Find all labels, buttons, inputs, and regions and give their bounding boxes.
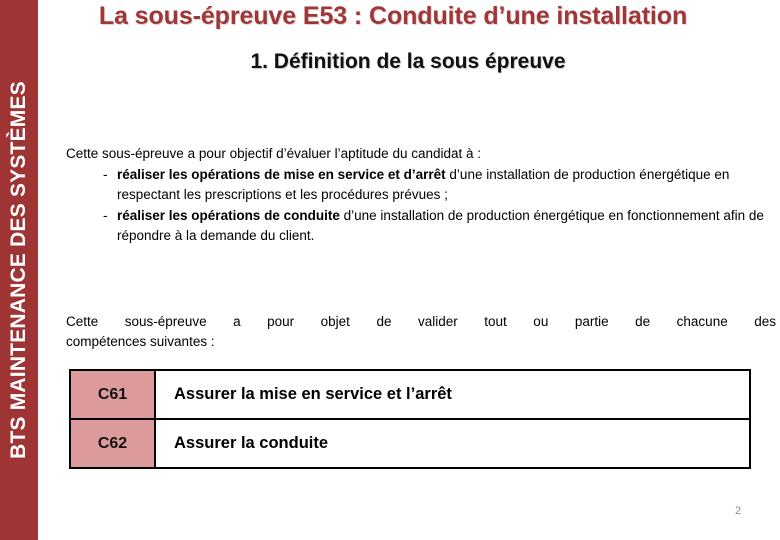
- competency-label: Assurer la mise en service et l’arrêt: [154, 369, 751, 420]
- bullet-emphasis: réaliser les opérations de conduite: [117, 208, 340, 223]
- competency-table-body: C61 Assurer la mise en service et l’arrê…: [69, 369, 751, 469]
- intro-lead-text: Cette sous-épreuve a pour objectif d’éva…: [66, 146, 482, 161]
- sidebar-brand-label: BTS MAINTENANCE DES SYSTÈMES: [7, 81, 30, 459]
- slide-content: La sous-épreuve E53 : Conduite d’une ins…: [38, 0, 780, 540]
- page-number: 2: [734, 505, 742, 517]
- bullet-dash-marker: -: [103, 208, 108, 223]
- objet-block: Cette sous-épreuve a pour objet de valid…: [66, 312, 776, 352]
- competency-code: C62: [69, 418, 156, 469]
- bullet-text: réaliser les opérations de mise en servi…: [117, 165, 766, 205]
- objet-paragraph-line-2: compétences suivantes :: [66, 334, 215, 349]
- competency-table: C61 Assurer la mise en service et l’arrê…: [69, 369, 751, 469]
- table-row: C61 Assurer la mise en service et l’arrê…: [69, 369, 751, 420]
- competency-label: Assurer la conduite: [154, 418, 751, 469]
- slide-title: La sous-épreuve E53 : Conduite d’une ins…: [98, 2, 688, 30]
- bullet-dash-marker: -: [103, 167, 108, 182]
- brand-sidebar: BTS MAINTENANCE DES SYSTÈMES: [0, 0, 38, 540]
- bullet-emphasis: réaliser les opérations de mise en servi…: [117, 167, 446, 182]
- objet-paragraph-line-1: Cette sous-épreuve a pour objet de valid…: [66, 314, 776, 329]
- intro-block: Cette sous-épreuve a pour objectif d’éva…: [66, 144, 766, 246]
- bullet-text: réaliser les opérations de conduite d’un…: [117, 206, 766, 246]
- slide-subtitle: 1. Définition de la sous épreuve: [250, 50, 566, 73]
- list-item: - réaliser les opérations de conduite d’…: [66, 206, 766, 246]
- list-item: - réaliser les opérations de mise en ser…: [66, 165, 766, 205]
- objective-bullet-list: - réaliser les opérations de mise en ser…: [66, 165, 766, 246]
- table-row: C62 Assurer la conduite: [69, 418, 751, 469]
- competency-code: C61: [69, 369, 156, 420]
